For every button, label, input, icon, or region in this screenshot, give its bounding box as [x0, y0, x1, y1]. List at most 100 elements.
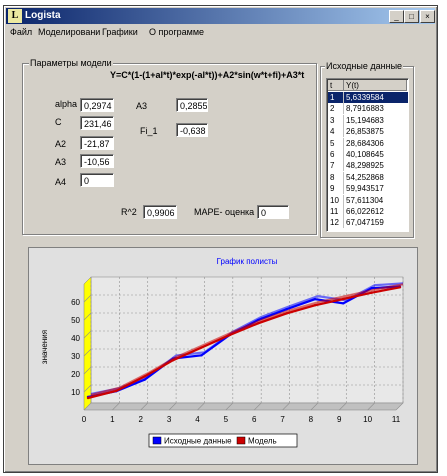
table-row[interactable]: 2 8,7916883 — [328, 103, 408, 115]
x-tick-label: 11 — [392, 415, 401, 424]
cell-y[interactable]: 59,943517 — [344, 183, 407, 194]
table-row[interactable]: 5 28,684306 — [328, 137, 408, 149]
legend-label-1: Модель — [248, 437, 277, 446]
a3-field[interactable]: -10,56 — [80, 154, 114, 168]
cell-y[interactable]: 26,853875 — [344, 126, 407, 137]
cell-t[interactable]: 9 — [328, 183, 344, 195]
close-button[interactable]: × — [420, 10, 435, 23]
x-tick-label: 7 — [280, 415, 285, 424]
chart-left-wall — [83, 276, 92, 411]
cell-t[interactable]: 8 — [328, 171, 344, 183]
series-point-0 — [313, 297, 317, 301]
cell-t[interactable]: 12 — [328, 217, 344, 229]
table-row[interactable]: 8 54,252868 — [328, 171, 408, 183]
table-row[interactable]: 1 5,6339584 — [328, 92, 408, 103]
menu-file[interactable]: Файл — [10, 27, 32, 37]
maximize-button[interactable]: □ — [404, 10, 419, 23]
series-point-1 — [228, 333, 232, 337]
table-row[interactable]: 4 26,853875 — [328, 126, 408, 138]
header-y[interactable]: Y(t) — [344, 80, 407, 91]
a3b-label: A3 — [136, 101, 148, 111]
x-tick-label: 1 — [110, 415, 115, 424]
table-row[interactable]: 10 57,611304 — [328, 194, 408, 206]
a4-field[interactable]: 0 — [80, 173, 114, 187]
x-tick-label: 10 — [363, 415, 372, 424]
x-tick-label: 3 — [167, 415, 172, 424]
fi1-label: Fi_1 — [140, 126, 158, 136]
mape-label: MAPE- оценка — [194, 207, 255, 217]
mape-field[interactable]: 0 — [257, 205, 289, 219]
cell-y[interactable]: 54,252868 — [344, 172, 407, 183]
a2-label: A2 — [55, 139, 67, 149]
chart-title: График полисты — [217, 257, 278, 266]
cell-y[interactable]: 8,7916883 — [344, 103, 407, 114]
cell-y[interactable]: 66,022612 — [344, 206, 407, 217]
a2-field[interactable]: -21,87 — [80, 136, 114, 150]
series-point-1 — [86, 396, 90, 400]
title-bar[interactable]: L Logista _ □ × — [6, 8, 435, 24]
cell-y[interactable]: 57,611304 — [344, 195, 407, 206]
fi1-field[interactable]: -0,638 — [176, 123, 208, 137]
chart-floor — [83, 402, 404, 411]
cell-y[interactable]: 48,298925 — [344, 160, 407, 171]
y-tick-label: 40 — [71, 334, 80, 343]
y-tick-label: 50 — [71, 316, 80, 325]
cell-t[interactable]: 1 — [328, 92, 344, 103]
cell-y[interactable]: 28,684306 — [344, 138, 407, 149]
y-tick-label: 10 — [71, 388, 80, 397]
a3b-field[interactable]: 0,2855 — [176, 98, 208, 112]
menu-charts[interactable]: Графики — [102, 27, 138, 37]
cell-t[interactable]: 3 — [328, 114, 344, 126]
table-row[interactable]: 6 40,108645 — [328, 149, 408, 160]
r2-field[interactable]: 0,9906 — [143, 205, 177, 219]
a4-label: A4 — [55, 177, 67, 187]
series-point-0 — [370, 287, 373, 290]
series-point-0 — [200, 354, 203, 357]
model-params-title: Параметры модели — [29, 58, 113, 68]
alpha-label: alpha — [55, 99, 78, 109]
cell-y[interactable]: 15,194683 — [344, 115, 407, 126]
table-row[interactable]: 3 15,194683 — [328, 114, 408, 126]
model-formula: Y=C*(1-(1+al*t)*exp(-al*t))+A2*sin(w*t+f… — [110, 70, 305, 80]
cell-t[interactable]: 6 — [328, 149, 344, 160]
x-tick-label: 6 — [252, 415, 257, 424]
menu-modeling[interactable]: Моделировани — [38, 27, 100, 37]
cell-t[interactable]: 5 — [328, 137, 344, 149]
app-icon[interactable]: L — [8, 9, 22, 23]
legend-swatch-1 — [236, 436, 246, 445]
cell-y[interactable]: 67,047159 — [344, 217, 407, 228]
y-axis-label: значения — [40, 330, 49, 364]
x-tick-label: 0 — [82, 415, 87, 424]
legend-swatch-0 — [152, 436, 162, 445]
table-row[interactable]: 7 48,298925 — [328, 160, 408, 172]
c-label: C — [55, 117, 62, 127]
x-tick-label: 2 — [139, 415, 144, 424]
cell-t[interactable]: 2 — [328, 103, 344, 115]
chart-panel: 10 20 30 40 50 60 0 1 2 3 4 5 6 7 8 9 10 11 График полисты… — [28, 247, 418, 465]
x-tick-label: 4 — [195, 415, 200, 424]
c-field[interactable]: 231,46 — [80, 116, 114, 130]
series-point-1 — [171, 359, 175, 362]
legend-label-0: Исходные данные — [164, 437, 232, 446]
cell-t[interactable]: 4 — [328, 126, 344, 138]
source-data-title: Исходные данные — [325, 61, 404, 71]
x-tick-label: 8 — [309, 415, 314, 424]
cell-t[interactable]: 7 — [328, 160, 344, 172]
table-row[interactable]: 12 67,047159 — [328, 217, 408, 229]
minimize-button[interactable]: _ — [389, 10, 404, 23]
cell-y[interactable]: 5,6339584 — [344, 92, 407, 103]
series-point-1 — [313, 304, 317, 307]
cell-t[interactable]: 10 — [328, 194, 344, 206]
cell-y[interactable]: 40,108645 — [344, 149, 407, 160]
y-tick-label: 60 — [71, 298, 80, 307]
alpha-field[interactable]: 0,2974 — [80, 98, 114, 112]
menu-about[interactable]: О программе — [149, 27, 204, 37]
table-row[interactable]: 11 66,022612 — [328, 206, 408, 217]
cell-t[interactable]: 11 — [328, 206, 344, 217]
source-data-grid[interactable]: t Y(t) 1 5,6339584 2 8,7916883 3 15,194683 4 26… — [326, 78, 409, 232]
x-tick-label: 5 — [224, 415, 229, 424]
series-point-1 — [370, 291, 373, 294]
series-point-1 — [285, 312, 288, 315]
table-row[interactable]: 9 59,943517 — [328, 183, 408, 195]
header-t[interactable]: t — [328, 80, 344, 91]
